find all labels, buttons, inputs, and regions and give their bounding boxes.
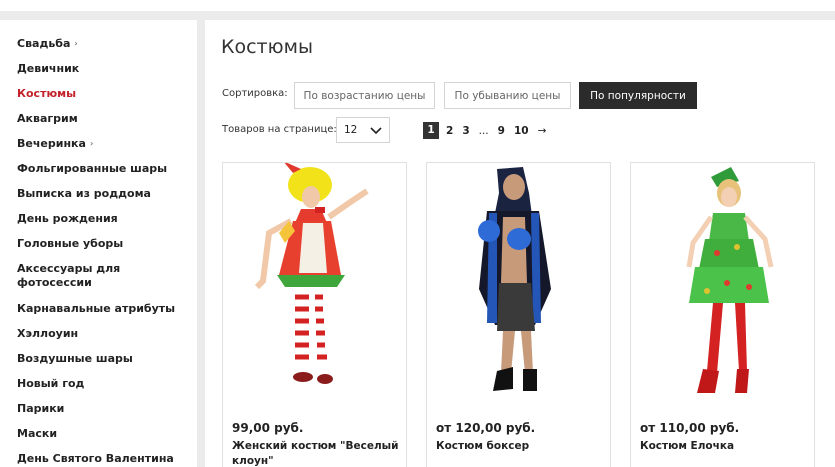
sidebar-item-label: Головные уборы <box>17 237 124 250</box>
product-card[interactable]: 99,00 руб. Женский костюм "Веселый клоун… <box>222 162 407 467</box>
page-ellipsis: ... <box>478 124 489 137</box>
page-current[interactable]: 1 <box>423 122 439 139</box>
product-card[interactable]: от 110,00 руб. Костюм Елочка <box>630 162 815 467</box>
page-title: Костюмы <box>221 36 313 58</box>
sidebar-item-valentines-day[interactable]: День Святого Валентина <box>0 449 197 467</box>
sidebar-item-label: Аквагрим <box>17 112 78 125</box>
sort-price-asc-button[interactable]: По возрастанию цены <box>294 82 435 109</box>
sidebar-item-hospital-discharge[interactable]: Выписка из роддома <box>0 184 197 209</box>
page-link[interactable]: 3 <box>462 125 469 137</box>
sort-label: Сортировка: <box>222 88 288 99</box>
sidebar-item-label: Воздушные шары <box>17 352 133 365</box>
sidebar-item-label: День рождения <box>17 212 118 225</box>
sort-price-desc-button[interactable]: По убыванию цены <box>444 82 571 109</box>
product-image-clown-costume[interactable] <box>223 163 406 408</box>
sidebar-item-label: Хэллоуин <box>17 327 79 340</box>
product-name[interactable]: Костюм Елочка <box>640 439 808 454</box>
sidebar-item-label: Аксессуары для фотосессии <box>17 262 121 289</box>
sidebar-item-label: Вечеринка <box>17 137 86 150</box>
sidebar-item-wedding[interactable]: Свадьба › <box>0 34 197 59</box>
sidebar-item-foil-balloons[interactable]: Фольгированные шары <box>0 159 197 184</box>
category-sidebar: Свадьба › Девичник Костюмы Аквагрим Вечер… <box>0 20 197 467</box>
chevron-right-icon: › <box>74 39 78 48</box>
top-strip <box>0 0 835 11</box>
product-name[interactable]: Женский костюм "Веселый клоун" <box>232 439 400 467</box>
sidebar-item-costumes[interactable]: Костюмы <box>0 84 197 109</box>
page-link[interactable]: 2 <box>446 125 453 137</box>
per-page-value: 12 <box>344 124 358 136</box>
per-page-select[interactable]: 12 <box>336 117 390 143</box>
product-card[interactable]: от 120,00 руб. Костюм боксер <box>426 162 611 467</box>
sidebar-item-label: Фольгированные шары <box>17 162 168 175</box>
sidebar-item-label: Девичник <box>17 62 80 75</box>
pagination: 1 2 3 ... 9 10 → <box>423 122 555 139</box>
sidebar-item-carnival-attributes[interactable]: Карнавальные атрибуты <box>0 299 197 324</box>
catalog-main: Костюмы Сортировка: По возрастанию цены … <box>205 20 835 467</box>
sidebar-item-label: День Святого Валентина <box>17 452 174 465</box>
page-link[interactable]: 9 <box>498 125 505 137</box>
sidebar-item-wigs[interactable]: Парики <box>0 399 197 424</box>
sidebar-item-bachelorette[interactable]: Девичник <box>0 59 197 84</box>
sidebar-item-halloween[interactable]: Хэллоуин <box>0 324 197 349</box>
sidebar-item-face-paint[interactable]: Аквагрим <box>0 109 197 134</box>
sidebar-item-balloons[interactable]: Воздушные шары <box>0 349 197 374</box>
sidebar-item-label: Костюмы <box>17 87 77 100</box>
product-price: от 120,00 руб. <box>436 421 536 435</box>
next-page-arrow-icon[interactable]: → <box>538 125 547 137</box>
chevron-down-icon <box>370 127 382 135</box>
product-price: 99,00 руб. <box>232 421 304 435</box>
per-page-label: Товаров на странице: <box>222 124 337 135</box>
sidebar-item-birthday[interactable]: День рождения <box>0 209 197 234</box>
sidebar-item-label: Новый год <box>17 377 85 390</box>
sidebar-item-label: Выписка из роддома <box>17 187 151 200</box>
sidebar-item-photo-accessories[interactable]: Аксессуары для фотосессии <box>0 259 197 299</box>
sort-popularity-button[interactable]: По популярности <box>579 82 697 109</box>
sidebar-item-label: Карнавальные атрибуты <box>17 302 176 315</box>
sidebar-item-new-year[interactable]: Новый год <box>0 374 197 399</box>
sidebar-item-label: Свадьба <box>17 37 71 50</box>
sidebar-item-masks[interactable]: Маски <box>0 424 197 449</box>
chevron-right-icon: › <box>89 139 94 148</box>
sidebar-item-label: Парики <box>17 402 65 415</box>
product-image-christmas-tree-costume[interactable] <box>631 163 814 408</box>
sidebar-item-headwear[interactable]: Головные уборы <box>0 234 197 259</box>
product-name[interactable]: Костюм боксер <box>436 439 604 454</box>
sidebar-item-party[interactable]: Вечеринка › <box>0 134 197 159</box>
product-price: от 110,00 руб. <box>640 421 740 435</box>
sidebar-item-label: Маски <box>17 427 58 440</box>
product-image-boxer-costume[interactable] <box>427 163 610 408</box>
page-link[interactable]: 10 <box>514 125 529 137</box>
